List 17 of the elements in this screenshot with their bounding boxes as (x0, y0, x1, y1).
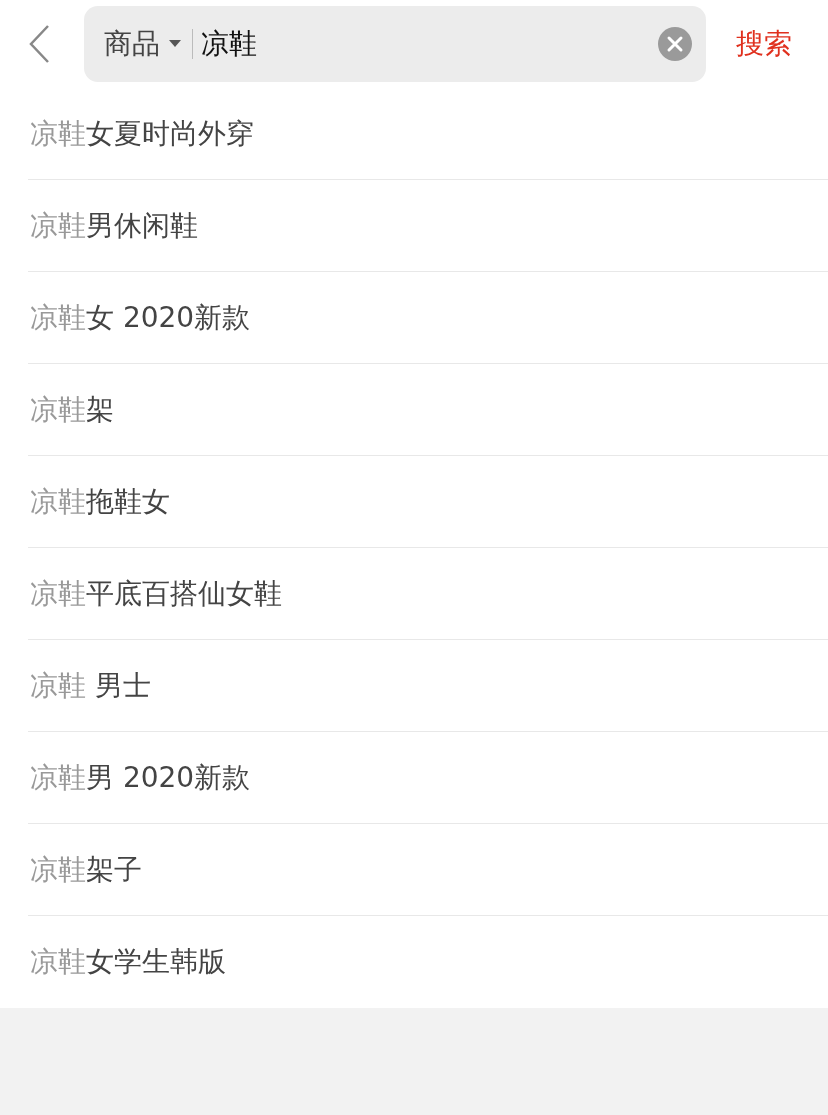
suggestion-item[interactable]: 凉鞋男休闲鞋 (28, 180, 828, 272)
search-button[interactable]: 搜索 (736, 25, 792, 63)
suggestion-item[interactable]: 凉鞋平底百搭仙女鞋 (28, 548, 828, 640)
suggestion-item[interactable]: 凉鞋架子 (28, 824, 828, 916)
suggestion-item[interactable]: 凉鞋女夏时尚外穿 (28, 88, 828, 180)
suggestion-item[interactable]: 凉鞋女 2020新款 (28, 272, 828, 364)
suggestion-item[interactable]: 凉鞋男 2020新款 (28, 732, 828, 824)
back-icon (28, 24, 52, 64)
search-field[interactable]: 商品 凉鞋 (84, 6, 706, 82)
suggestion-item[interactable]: 凉鞋架 (28, 364, 828, 456)
suggestion-item[interactable]: 凉鞋 男士 (28, 640, 828, 732)
caret-icon (168, 39, 182, 49)
close-icon (658, 27, 692, 61)
suggestion-item[interactable]: 凉鞋女学生韩版 (28, 916, 828, 1008)
clear-button[interactable] (658, 27, 692, 61)
suggestion-item[interactable]: 凉鞋拖鞋女 (28, 456, 828, 548)
category-dropdown[interactable]: 商品 (104, 25, 182, 63)
